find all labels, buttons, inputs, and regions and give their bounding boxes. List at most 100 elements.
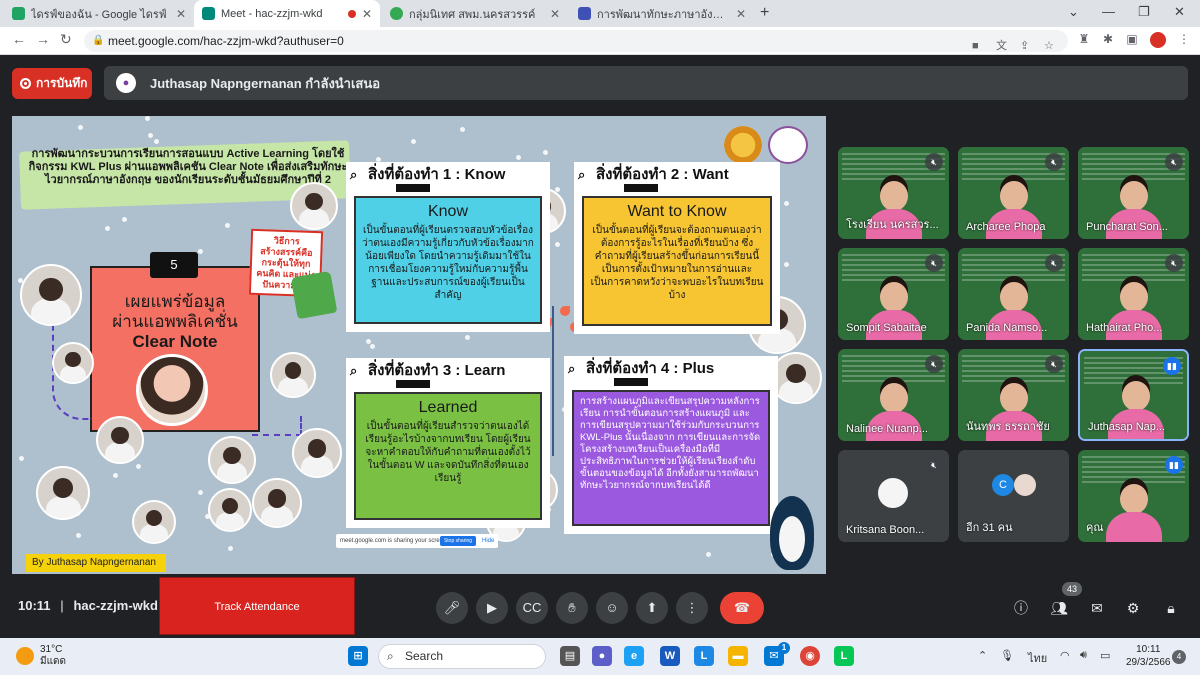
tab-meet[interactable]: Meet - hac-zzjm-wkd ✕ [194,0,380,27]
emoji-reaction-icon[interactable]: ☺ [596,592,628,624]
participant-tile[interactable]: 🔇︎ นันทพร ธรรถาชัย [958,349,1069,441]
participant-tile[interactable]: 🔇︎ โรงเรียน นครสวร... [838,147,949,239]
mic-muted-icon: 🔇︎ [925,153,943,171]
puzzle-extensions-icon[interactable]: ✱ [1100,32,1116,48]
camera-icon[interactable]: ■ [972,35,979,57]
microphone-icon[interactable]: 🎤︎ [436,592,468,624]
card-big-label: Learned [418,399,478,416]
wifi-icon[interactable]: ◠ [1060,649,1070,662]
participant-tile[interactable]: 🔇︎ Hathairat Pho... [1078,248,1189,340]
card-header-text: สิ่งที่ต้องทำ 2 : Want [596,166,729,183]
tab-english-form[interactable]: การพัฒนาทักษะภาษาอังกฤษ English ✕ [570,0,754,27]
student-photo [96,416,144,464]
raise-hand-icon[interactable]: ✋︎ [556,592,588,624]
notification-badge[interactable]: 4 [1172,650,1186,664]
participant-name: Puncharat Son... [1086,221,1168,233]
participant-tile[interactable]: 🔇︎ Kritsana Boon... [838,450,949,542]
windows-start-icon[interactable]: ⊞ [348,646,368,666]
close-icon[interactable]: ✕ [550,7,560,21]
file-explorer-icon[interactable]: ▬ [728,646,748,666]
participant-tile[interactable]: 🔇︎ Nalinee Nuanp... [838,349,949,441]
mic-muted-icon: 🔇︎ [925,355,943,373]
address-bar[interactable]: 🔒 meet.google.com/hac-zzjm-wkd?authuser=… [84,30,1068,52]
chat-icon[interactable]: ✉ [1086,597,1108,619]
magnifier-icon: ⌕ [350,167,358,182]
mic-muted-icon: 🔇︎ [1165,153,1183,171]
profile-avatar-icon[interactable] [1150,32,1166,48]
presenter-avatar-icon: ● [116,73,136,93]
recording-button[interactable]: การบันทึก [12,68,92,99]
chrome-icon[interactable]: ◉ [800,646,820,666]
taskbar-search[interactable]: ⌕ Search [378,644,546,669]
participant-tile[interactable]: 🔇︎ Puncharat Son... [1078,147,1189,239]
participant-tile[interactable]: ▮▮ Juthasap Nap... [1078,349,1189,441]
present-screen-icon[interactable]: ⬆ [636,592,668,624]
participant-tile[interactable]: 🔇︎ Archaree Phopa [958,147,1069,239]
activities-icon[interactable]: ⚙ [1122,597,1144,619]
snowflake [113,472,119,478]
battery-icon[interactable]: ▭ [1100,649,1110,662]
participant-tile[interactable]: 🔇︎ Sompit Sabaitae [838,248,949,340]
speaking-icon: ▮▮ [1163,357,1181,375]
extension-icon[interactable]: ♜ [1076,32,1092,48]
sun-icon [16,647,34,665]
leave-call-button[interactable]: ☎ [720,592,764,624]
task-view-icon[interactable]: ▤ [560,646,580,666]
launcher-l-icon[interactable]: L [694,646,714,666]
maximize-button[interactable]: ❐ [1138,4,1150,20]
more-menu-icon[interactable]: ⋮ [1176,32,1192,48]
participant-tile[interactable]: ▮▮ คุณ [1078,450,1189,542]
forward-arrow-icon[interactable]: → [36,31,50,47]
weather-widget[interactable]: 31°C มีแดด [40,644,66,668]
side-panel-icon[interactable]: ▣ [1124,32,1140,48]
tab-google-drive[interactable]: ไดรฟ์ของฉัน - Google ไดรฟ์ ✕ [4,0,194,27]
participant-tile[interactable]: 🔇︎ Panida Namso... [958,248,1069,340]
meeting-info-icon[interactable]: ⓘ [1010,597,1032,619]
volume-icon[interactable]: 🔊︎ [1080,649,1087,662]
host-controls-icon[interactable]: 🔒︎ [1160,597,1182,619]
system-clock[interactable]: 10:11 29/3/2566 [1126,643,1171,669]
others-tile[interactable]: C อีก 31 คน [958,450,1069,542]
snowflake [227,546,233,552]
close-icon[interactable]: ✕ [736,7,746,21]
penguin-decoration [770,496,814,570]
bookmark-star-icon[interactable]: ☆ [1044,35,1054,57]
tab-search-chevron-icon[interactable]: ⌄ [1068,4,1079,20]
people-icon[interactable]: 👥︎ [1048,597,1070,619]
magnifier-icon: ⌕ [578,167,586,182]
close-icon[interactable]: ✕ [176,7,186,21]
stop-sharing-button[interactable]: Stop sharing [440,536,476,546]
student-photo [208,436,256,484]
new-tab-button[interactable]: + [760,4,769,22]
central-line-2: ผ่านแอพพลิเคชั่น [112,312,238,331]
microphone-tray-icon[interactable]: 🎙︎ [1000,649,1014,662]
word-icon[interactable]: W [660,646,680,666]
google-drive-icon [12,7,25,20]
line-app-icon[interactable]: L [834,646,854,666]
captions-icon[interactable]: CC [516,592,548,624]
teams-chat-icon[interactable]: ● [592,646,612,666]
close-icon[interactable]: ✕ [362,7,372,21]
edge-icon[interactable]: e [624,646,644,666]
card-body-text: เป็นขั้นตอนที่ผู้เรียนจะต้องถามตนเองว่า … [590,225,764,301]
reload-icon[interactable]: ↻ [60,31,72,48]
language-indicator[interactable]: ไทย [1028,649,1047,667]
share-icon[interactable]: ⇪ [1020,35,1029,57]
minimize-button[interactable]: — [1102,4,1115,19]
lock-icon: 🔒 [92,35,105,46]
track-attendance-button[interactable]: Track Attendance [159,577,355,635]
translate-icon[interactable]: 文 [996,35,1007,57]
camera-toggle-icon[interactable]: ▶ [476,592,508,624]
tray-chevron-icon[interactable]: ⌃ [978,649,987,662]
browser-tab-strip: ไดรฟ์ของฉัน - Google ไดรฟ์ ✕ Meet - hac-… [0,0,1200,27]
more-options-icon[interactable]: ⋮ [676,592,708,624]
card-body: การสร้างแผนภูมิและเขียนสรุปความหลังการเร… [572,390,770,526]
tab-label: กลุ่มนิเทศ สพม.นครสวรรค์ [409,8,536,21]
tab-nikhet-group[interactable]: กลุ่มนิเทศ สพม.นครสวรรค์ ✕ [382,0,568,27]
kwl-card-want: ⌕ สิ่งที่ต้องทำ 2 : Want Want to Know เป็… [574,162,780,334]
window-close-button[interactable]: ✕ [1174,4,1185,20]
hide-button[interactable]: Hide [482,534,494,548]
back-arrow-icon[interactable]: ← [12,31,26,47]
step-number: 5 [150,252,198,278]
meeting-clock: 10:11 | hac-zzjm-wkd [18,598,158,613]
